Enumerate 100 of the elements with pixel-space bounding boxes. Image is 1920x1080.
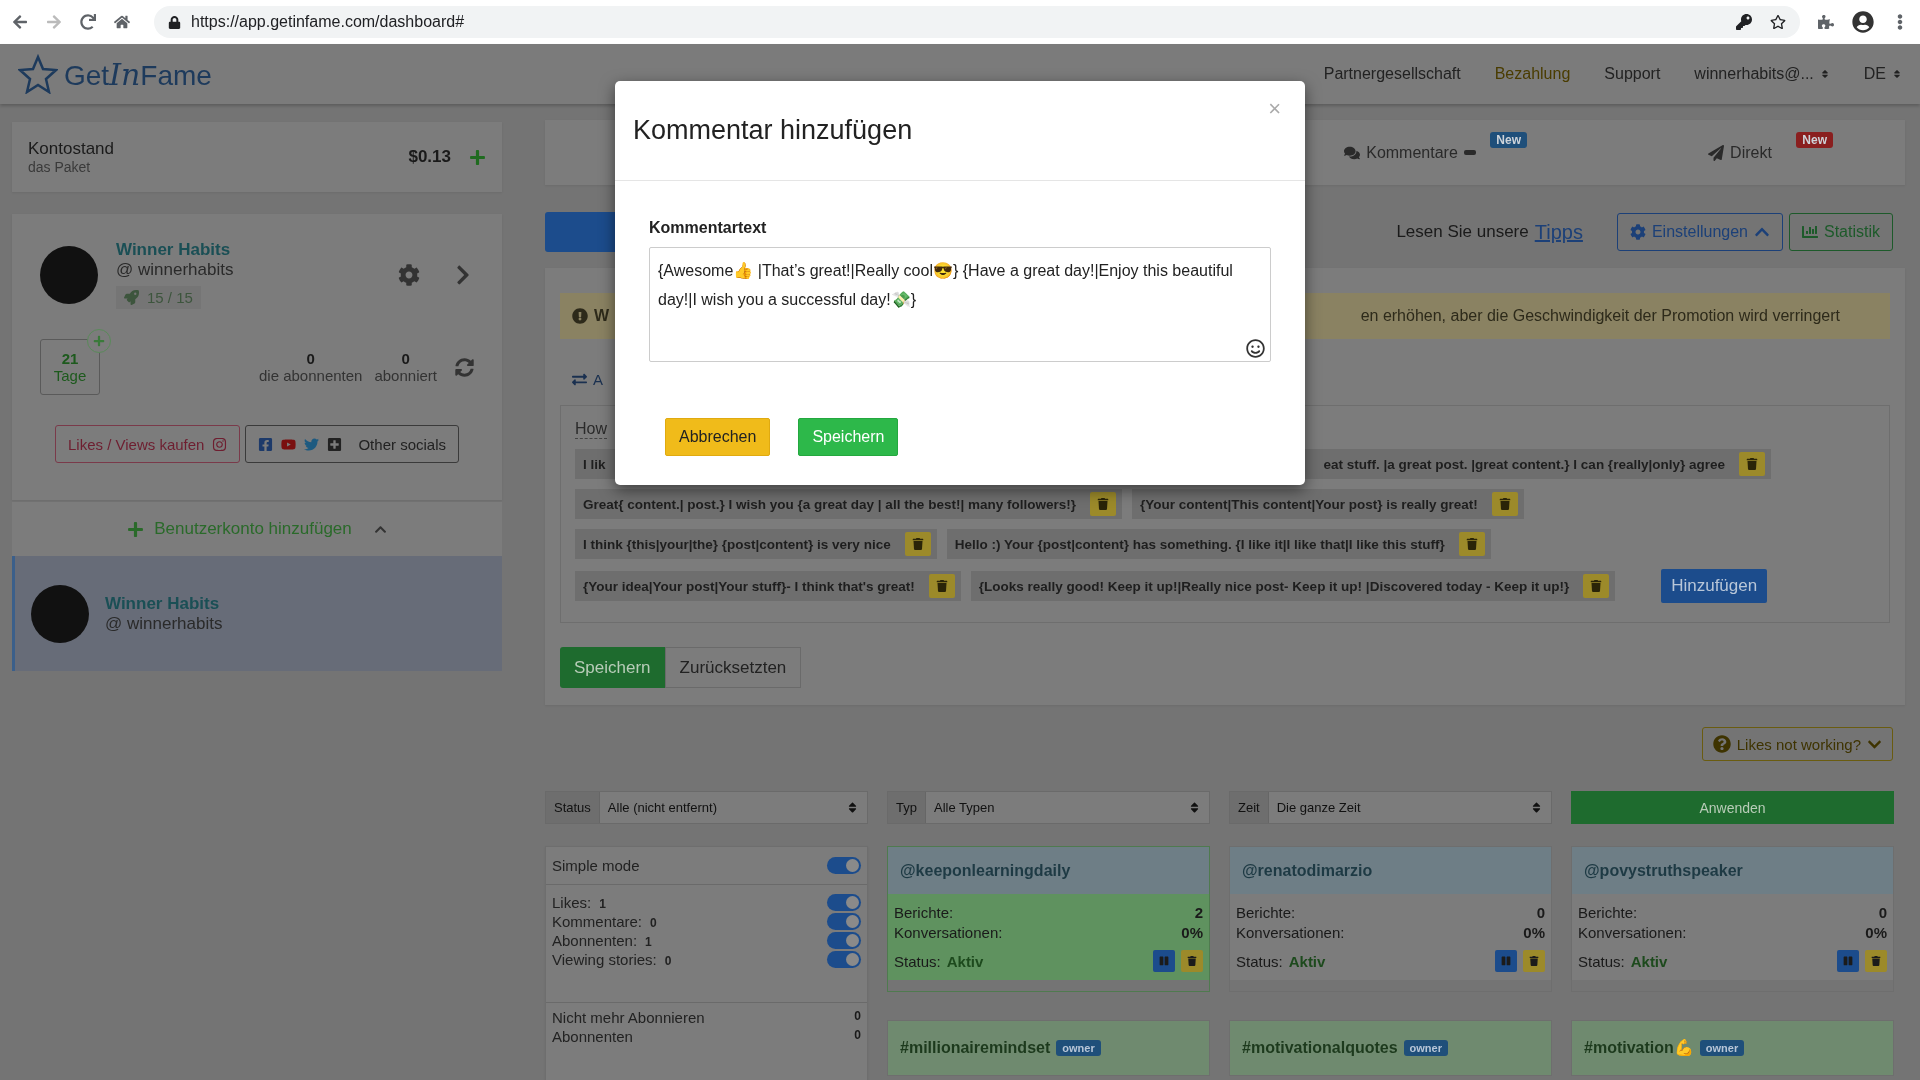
toggle-switch[interactable] [827,857,861,874]
filter-select[interactable]: Typ Alle Typen [887,791,1210,824]
reports-label: Berichte: [894,904,954,921]
toggle-switch[interactable] [827,951,861,968]
comment-input[interactable]: {Awesome👍 |That’s great!|Really cool😎} {Have a great day!|Enjoy this beautiful day!|I wish you a successful day!💸} [649,247,1271,362]
section-link[interactable]: A [572,371,603,388]
option-label: Simple mode [552,857,640,874]
other-socials-button[interactable]: Other socials [245,425,459,463]
back-button[interactable] [12,14,28,30]
settings-icon[interactable] [398,263,420,286]
card-title: @keeponlearningdaily [888,847,1209,894]
profile-icon[interactable] [1852,11,1874,33]
gear-icon [1629,224,1646,240]
delete-button[interactable] [1181,950,1203,972]
trash-icon [1096,498,1109,510]
delete-button[interactable] [1458,532,1485,556]
template-text: {Your content|This content|Your post} is really great! [1139,496,1478,512]
stat-value: 0 [306,350,315,367]
dash-icon [1463,150,1476,155]
nav-link[interactable]: Partnergesellschaft [1323,65,1461,83]
card-title: @povystruthspeaker [1572,847,1893,894]
reports-value: 2 [1194,904,1203,921]
conversions-label: Konversationen: [894,924,1003,941]
help-button[interactable]: Likes not working? [1701,727,1893,761]
buy-likes-button[interactable]: Likes / Views kaufen [55,425,241,463]
package-label: das Paket [28,159,92,175]
conversions-value: 0% [1181,924,1203,941]
tips-link[interactable]: Tipps [1534,220,1583,244]
bookmark-star-icon[interactable] [1770,14,1786,30]
counter-value: 0 [854,1009,861,1025]
reload-button[interactable] [80,14,96,30]
profile-name[interactable]: Winner Habits [116,240,234,260]
delete-button[interactable] [1865,950,1887,972]
stat-value: 0 [401,350,410,367]
nav-link[interactable]: winnerhabits@... [1694,65,1830,83]
sort-icon [1530,801,1543,814]
template-text: Great{ content.| post.} I wish you {a great day | all the best!| many followers!} [583,496,1076,512]
status-label: Status: Aktiv [1578,952,1668,970]
dialog-title: Kommentar hinzufügen [633,115,913,146]
add-button[interactable]: Hinzufügen [1661,569,1768,603]
balance-amount: $0.13 [408,147,451,167]
sort-icon [846,801,859,814]
save-button[interactable]: Speichern [798,418,899,456]
nav-link[interactable]: Bezahlung [1494,65,1571,83]
home-button[interactable] [114,14,130,30]
delete-button[interactable] [1583,574,1610,598]
settings-button[interactable]: Einstellungen [1616,213,1783,251]
logo-text[interactable]: GetInFame [64,56,212,92]
filter-select[interactable]: Status Alle (nicht entfernt) [545,791,868,824]
delete-button[interactable] [1738,452,1765,476]
key-icon[interactable] [1736,14,1752,30]
comments-icon [1344,144,1361,161]
owner-badge: owner [1403,1039,1448,1056]
hashtag-title: #motivationalquotes [1242,1038,1398,1057]
tab[interactable]: Direkt New [1575,120,1905,185]
reports-label: Berichte: [1236,904,1296,921]
conversions-label: Konversationen: [1578,924,1687,941]
save-button[interactable]: Speichern [560,647,665,688]
nav-link[interactable]: DE [1863,65,1902,83]
rocket-icon [124,290,139,305]
help-link[interactable]: How [575,420,607,439]
toggle-switch[interactable] [827,932,861,949]
cancel-button[interactable]: Abbrechen [665,418,771,456]
reports-label: Berichte: [1578,904,1638,921]
option-label: Viewing stories: 0 [552,951,672,968]
hashtag-title: #millionairemindset [900,1038,1051,1057]
conversions-value: 0% [1523,924,1545,941]
option-label: Kommentare: 0 [552,913,657,930]
apply-button[interactable]: Anwenden [1571,791,1894,824]
filter-select[interactable]: Zeit Die ganze Zeit [1229,791,1552,824]
account-item[interactable]: Winner Habits @ winnerhabits [12,556,502,671]
reset-button[interactable]: Zurücksetzten [664,647,802,688]
address-bar[interactable]: https://app.getinfame.com/dashboard# [154,6,1800,38]
avatar [40,245,98,304]
delete-button[interactable] [1523,950,1545,972]
status-label: Status: Aktiv [894,952,984,970]
nav-link[interactable]: Support [1604,65,1661,83]
refresh-icon[interactable] [455,357,474,377]
emoji-icon[interactable] [1246,339,1265,358]
toggle-switch[interactable] [827,894,861,911]
close-button[interactable]: × [1262,95,1287,123]
extension-icon[interactable] [1818,14,1834,30]
delete-button[interactable] [928,574,955,598]
twitter-icon [304,436,320,452]
new-badge: New [1796,132,1833,148]
avatar [31,584,89,643]
template-text: Hello :) Your {post|content} has something. {I like it|I like that|I like this stuff} [954,536,1445,552]
help-icon [1712,735,1731,753]
pause-icon [1843,956,1853,966]
balance-title: Kontostand [28,139,114,159]
delete-button[interactable] [1491,492,1518,516]
tips-text: Lesen Sie unsere [1396,222,1529,242]
delete-button[interactable] [1089,492,1116,516]
tab[interactable]: Kommentare New [1245,120,1575,185]
toggle-switch[interactable] [827,913,861,930]
template-text: {Your idea|Your post|Your stuff}- I think that's great! [583,578,915,594]
hashtag-title: #motivation💪 [1584,1038,1694,1057]
rocket-counter: 15 / 15 [116,286,201,309]
conversions-value: 0% [1865,924,1887,941]
delete-button[interactable] [904,532,931,556]
